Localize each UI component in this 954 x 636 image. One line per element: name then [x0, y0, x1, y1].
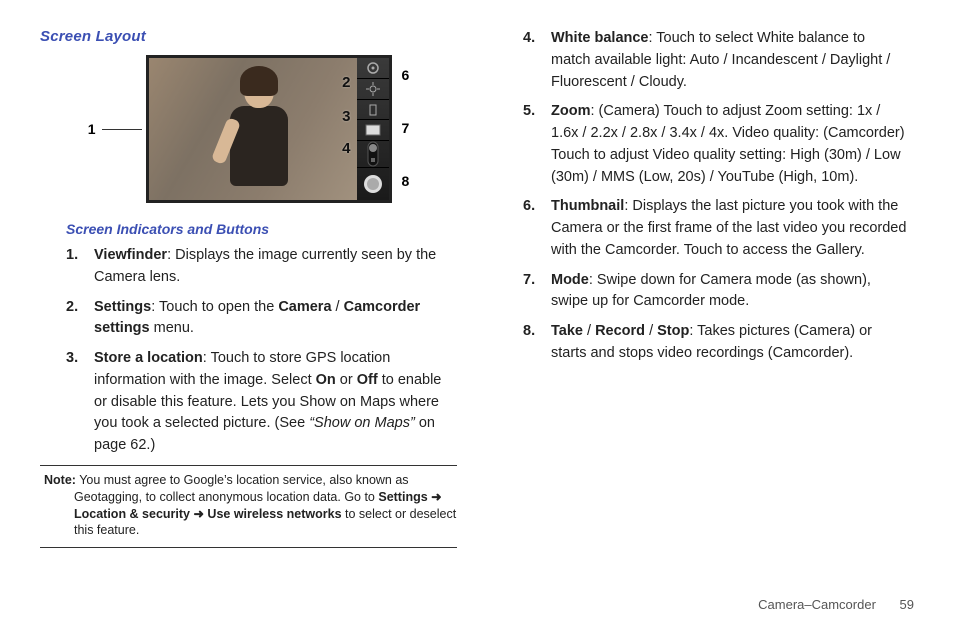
shutter-icon — [357, 168, 389, 200]
subject-body — [230, 106, 288, 186]
footer-section: Camera–Camcorder — [758, 597, 876, 612]
callout-1: 1 — [88, 121, 142, 137]
list-item: 4. White balance: Touch to select White … — [551, 28, 908, 93]
screen-layout-diagram: 1 2 3 4 — [40, 55, 457, 203]
subject-hair — [240, 66, 278, 96]
list-item: 6. Thumbnail: Displays the last picture … — [551, 196, 908, 261]
item-text: menu. — [150, 320, 194, 336]
left-numbered-list: 1. Viewfinder: Displays the image curren… — [94, 245, 451, 457]
section-title: Screen Layout — [40, 28, 457, 45]
list-item: 7. Mode: Swipe down for Camera mode (as … — [551, 270, 908, 314]
item-number: 4. — [523, 28, 535, 50]
page-footer: Camera–Camcorder 59 — [758, 597, 914, 612]
gps-icon — [357, 79, 389, 100]
gear-icon — [357, 58, 389, 79]
list-item: 3. Store a location: Touch to store GPS … — [94, 348, 451, 457]
item-number: 5. — [523, 101, 535, 123]
note-label: Note: — [44, 473, 76, 487]
bold: Use wireless networks — [207, 507, 341, 521]
label-8: 8 — [402, 173, 410, 189]
note-block: Note: You must agree to Google’s locatio… — [40, 472, 457, 540]
item-number: 7. — [523, 270, 535, 292]
zoom-icon — [357, 100, 389, 121]
viewfinder-illustration: 2 3 4 — [146, 55, 392, 203]
label-7: 7 — [402, 120, 410, 136]
bold: Off — [357, 372, 378, 388]
item-text: : Swipe down for Camera mode (as shown),… — [551, 272, 871, 310]
camera-sidebar — [357, 58, 389, 200]
item-text: : Touch to open the — [151, 299, 278, 315]
item-term: Store a location — [94, 350, 203, 366]
note-text: You must agree to Google’s location serv… — [74, 473, 409, 504]
item-term: Take — [551, 323, 583, 339]
label-6: 6 — [402, 67, 410, 83]
divider — [40, 465, 457, 466]
divider — [40, 547, 457, 548]
item-number: 1. — [66, 245, 78, 267]
label-3: 3 — [342, 108, 350, 125]
item-number: 3. — [66, 348, 78, 370]
item-number: 2. — [66, 297, 78, 319]
leader-line — [102, 129, 142, 130]
cross-ref: “Show on Maps” — [309, 415, 415, 431]
bold: On — [316, 372, 336, 388]
subsection-title: Screen Indicators and Buttons — [66, 221, 457, 237]
arrow-icon: ➜ — [428, 490, 442, 504]
or: or — [336, 372, 357, 388]
item-term: Zoom — [551, 103, 590, 119]
item-text: : (Camera) Touch to adjust Zoom setting:… — [551, 103, 905, 184]
item-term: Mode — [551, 272, 589, 288]
left-column: Screen Layout 1 2 3 4 — [40, 28, 457, 554]
subject-person — [219, 72, 299, 203]
item-term: Viewfinder — [94, 247, 167, 263]
bold: Camera — [278, 299, 331, 315]
label-1: 1 — [88, 121, 96, 137]
right-numbered-list: 4. White balance: Touch to select White … — [551, 28, 908, 365]
label-4: 4 — [342, 140, 350, 157]
item-number: 6. — [523, 196, 535, 218]
mode-switch-icon — [357, 141, 389, 168]
item-term: Thumbnail — [551, 198, 624, 214]
list-item: 2. Settings: Touch to open the Camera / … — [94, 297, 451, 341]
right-callouts: 6 7 8 — [402, 55, 410, 203]
list-item: 5. Zoom: (Camera) Touch to adjust Zoom s… — [551, 101, 908, 188]
item-number: 8. — [523, 321, 535, 343]
page-columns: Screen Layout 1 2 3 4 — [40, 28, 914, 554]
item-term: Settings — [94, 299, 151, 315]
page-number: 59 — [900, 597, 914, 612]
label-2: 2 — [342, 74, 350, 91]
bold: Settings — [378, 490, 427, 504]
thumbnail-icon — [357, 120, 389, 141]
item-term: Record — [595, 323, 645, 339]
subject-head — [244, 72, 274, 108]
list-item: 8. Take / Record / Stop: Takes pictures … — [551, 321, 908, 365]
sep: / — [583, 323, 595, 339]
right-column: 4. White balance: Touch to select White … — [497, 28, 914, 554]
sep: / — [332, 299, 344, 315]
item-term: Stop — [657, 323, 689, 339]
arrow-icon: ➜ — [190, 507, 207, 521]
sep: / — [645, 323, 657, 339]
bold: Location & security — [74, 507, 190, 521]
list-item: 1. Viewfinder: Displays the image curren… — [94, 245, 451, 289]
item-term: White balance — [551, 30, 649, 46]
